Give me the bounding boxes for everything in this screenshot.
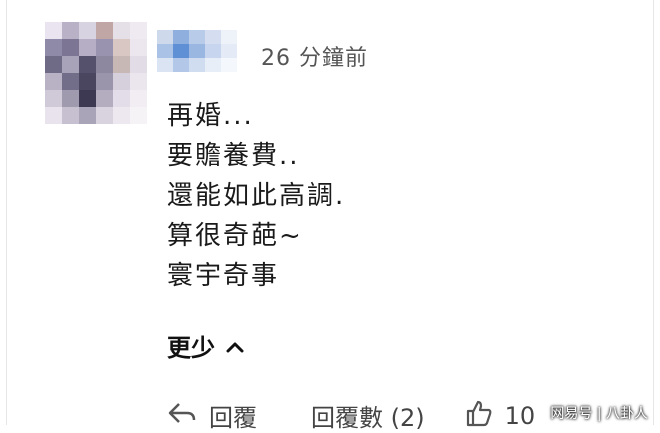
username-pixel [205,44,221,58]
avatar-pixel [79,39,96,56]
avatar-pixel [79,90,96,107]
comment-card: 26 分鐘前 再婚... 要贍養費.. 還能如此高調. 算很奇葩~ 寰宇奇事 更… [6,0,654,432]
reply-count-button[interactable]: 回覆數 (2) [311,398,425,433]
username-pixel [157,30,173,44]
show-less-label: 更少 [167,334,215,362]
avatar-pixel [130,22,147,39]
avatar-pixel [62,22,79,39]
avatar-pixel [96,39,113,56]
chevron-up-icon [225,332,245,360]
username-pixel [157,44,173,58]
avatar-pixel [62,39,79,56]
avatar-pixel [79,56,96,73]
avatar-pixel [113,73,130,90]
like-button[interactable]: 10 [465,399,536,433]
username-pixel [205,30,221,44]
username-pixel [173,44,189,58]
show-less-button[interactable]: 更少 [167,328,245,363]
avatar-pixel [113,107,130,124]
avatar-pixel [130,90,147,107]
avatar-pixel [113,90,130,107]
avatar-pixel [62,90,79,107]
username-pixel [173,30,189,44]
avatar-pixel [96,90,113,107]
username-pixel [189,44,205,58]
username-pixel [173,58,189,72]
username-pixel [221,58,237,72]
reply-button[interactable]: 回覆 [167,398,257,433]
avatar-pixel [45,90,62,107]
avatar-pixel [96,107,113,124]
avatar-pixel [96,56,113,73]
username-pixel [189,58,205,72]
thumbs-up-icon [465,399,493,433]
avatar-pixel [79,107,96,124]
comment-line: 還能如此高調. [167,181,346,211]
avatar-pixel [113,56,130,73]
username-pixel [189,30,205,44]
reply-icon [167,400,197,432]
comment-body: 再婚... 要贍養費.. 還能如此高調. 算很奇葩~ 寰宇奇事 [167,96,345,296]
comment-line: 再婚... [167,101,254,131]
avatar-pixel [96,73,113,90]
avatar-pixel [45,22,62,39]
avatar-pixel [62,107,79,124]
avatar-pixel [113,39,130,56]
username-pixel [205,58,221,72]
comment-line: 算很奇葩~ [167,221,303,251]
avatar-pixel [130,56,147,73]
username-pixel [221,44,237,58]
avatar[interactable] [45,22,147,124]
username-pixel [221,30,237,44]
avatar-pixel [45,39,62,56]
username-blurred[interactable] [157,30,239,72]
avatar-pixel [130,107,147,124]
avatar-pixel [62,73,79,90]
timestamp: 26 分鐘前 [261,46,368,71]
username-pixel [157,58,173,72]
watermark: 网易号 | 八卦人 [550,406,648,422]
reply-label: 回覆 [209,404,257,432]
avatar-pixel [113,22,130,39]
avatar-pixel [96,22,113,39]
avatar-pixel [62,56,79,73]
avatar-pixel [45,56,62,73]
avatar-pixel [130,39,147,56]
avatar-pixel [45,107,62,124]
avatar-pixel [130,73,147,90]
reply-count-label: 回覆數 (2) [311,404,425,432]
avatar-pixel [45,73,62,90]
avatar-pixel [79,22,96,39]
comment-line: 寰宇奇事 [167,261,280,291]
avatar-pixel [79,73,96,90]
comment-line: 要贍養費.. [167,141,300,171]
like-count: 10 [504,401,536,430]
